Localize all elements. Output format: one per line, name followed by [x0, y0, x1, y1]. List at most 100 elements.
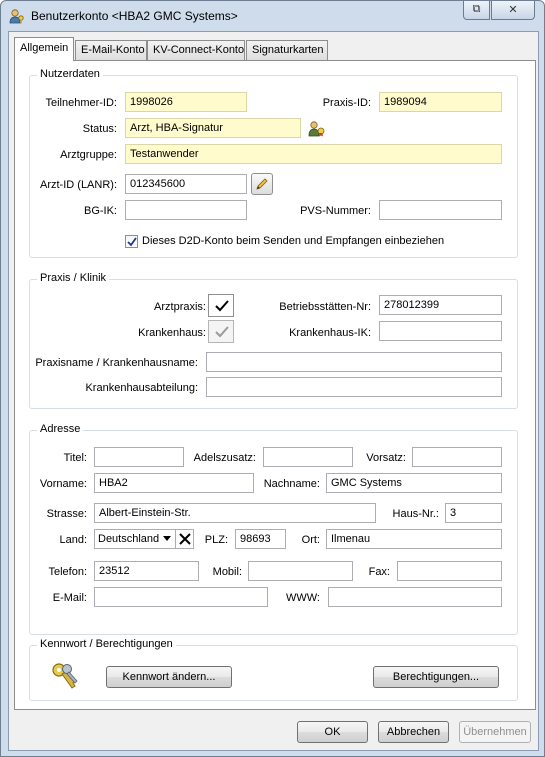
group-kennwort-berechtigungen: Kennwort / Berechtigungen Kennwort änder…	[29, 638, 518, 701]
tab-kv-connect-konto[interactable]: KV-Connect-Konto	[147, 40, 245, 60]
praxisname-label: Praxisname / Krankenhausname:	[35, 357, 198, 369]
d2d-checkbox[interactable]	[125, 235, 138, 248]
edit-arzt-id-button[interactable]	[251, 173, 273, 195]
window-title: Benutzerkonto <HBA2 GMC Systems>	[31, 9, 238, 23]
uebernehmen-button[interactable]: Übernehmen	[459, 721, 531, 743]
vorname-label: Vorname:	[39, 478, 87, 490]
fax-label: Fax:	[368, 566, 390, 578]
dialog-client: Allgemein E-Mail-Konto KV-Connect-Konto …	[8, 31, 539, 751]
email-field[interactable]	[94, 587, 268, 607]
www-label: WWW:	[285, 592, 320, 604]
dialog-window: Benutzerkonto <HBA2 GMC Systems> ⧉ ✕ All…	[0, 0, 545, 757]
fax-field[interactable]	[397, 561, 502, 581]
tab-signaturkarten[interactable]: Signaturkarten	[246, 40, 328, 60]
adelszusatz-field[interactable]	[263, 447, 353, 467]
user-key-icon	[9, 9, 24, 24]
land-select[interactable]: Deutschland	[94, 529, 194, 549]
arzt-id-label: Arzt-ID (LANR):	[40, 179, 117, 191]
ok-button[interactable]: OK	[297, 721, 368, 743]
haus-nr-label: Haus-Nr.:	[392, 508, 439, 520]
titel-field[interactable]	[94, 447, 184, 467]
telefon-label: Telefon:	[48, 566, 87, 578]
berechtigungen-button[interactable]: Berechtigungen...	[373, 666, 499, 688]
praxis-id-field[interactable]	[379, 92, 502, 112]
mobil-field[interactable]	[248, 561, 353, 581]
krankenhausabteilung-field[interactable]	[206, 377, 502, 397]
plz-field[interactable]	[235, 529, 286, 549]
telefon-field[interactable]	[94, 561, 199, 581]
group-adresse: Adresse Titel: Adelszusatz: Vorsatz: Vor…	[29, 423, 518, 635]
group-title: Adresse	[37, 423, 84, 435]
krankenhaus-ik-field[interactable]	[379, 321, 502, 341]
nachname-label: Nachname:	[263, 478, 320, 490]
arztpraxis-label: Arztpraxis:	[154, 301, 206, 313]
tab-panel-allgemein: Nutzerdaten Teilnehmer-ID: Praxis-ID: St…	[14, 60, 536, 710]
checkmark-icon	[215, 326, 229, 338]
praxisname-field[interactable]	[206, 352, 502, 372]
www-field[interactable]	[328, 587, 502, 607]
krankenhaus-checkbox[interactable]	[208, 320, 234, 343]
arztgruppe-label: Arztgruppe:	[60, 149, 117, 161]
vorsatz-field[interactable]	[412, 447, 502, 467]
group-praxis-klinik: Praxis / Klinik Arztpraxis: Krankenhaus:…	[29, 272, 518, 409]
clear-icon[interactable]	[179, 533, 191, 545]
abbrechen-button[interactable]: Abbrechen	[378, 721, 449, 743]
bg-ik-label: BG-IK:	[83, 205, 117, 217]
betriebsstaetten-nr-field[interactable]	[379, 295, 502, 315]
tab-email-konto[interactable]: E-Mail-Konto	[75, 40, 147, 60]
checkmark-icon	[215, 300, 229, 312]
titel-label: Titel:	[63, 452, 87, 464]
pvs-nummer-label: PVS-Nummer:	[300, 205, 371, 217]
combo-divider	[175, 530, 176, 548]
adelszusatz-label: Adelszusatz:	[193, 452, 256, 464]
land-value: Deutschland	[98, 533, 160, 545]
close-button[interactable]: ✕	[491, 1, 535, 20]
bg-ik-field[interactable]	[125, 200, 247, 220]
email-label: E-Mail:	[52, 592, 87, 604]
group-title: Nutzerdaten	[37, 68, 103, 80]
teilnehmer-id-field[interactable]	[125, 92, 247, 112]
restore-button[interactable]: ⧉	[463, 1, 490, 20]
teilnehmer-id-label: Teilnehmer-ID:	[45, 97, 117, 109]
strasse-label: Strasse:	[46, 508, 87, 520]
group-title: Kennwort / Berechtigungen	[37, 638, 176, 650]
tab-label: KV-Connect-Konto	[153, 44, 245, 56]
keys-icon	[52, 663, 78, 689]
pencil-icon	[256, 178, 268, 190]
haus-nr-field[interactable]	[445, 503, 502, 523]
krankenhaus-ik-label: Krankenhaus-IK:	[289, 327, 371, 339]
tab-allgemein[interactable]: Allgemein	[14, 37, 74, 61]
tab-label: Signaturkarten	[252, 44, 324, 56]
group-title: Praxis / Klinik	[37, 272, 110, 284]
tab-label: E-Mail-Konto	[81, 44, 145, 56]
kennwort-aendern-button[interactable]: Kennwort ändern...	[106, 666, 232, 688]
plz-label: PLZ:	[204, 534, 228, 546]
arztgruppe-field[interactable]	[125, 144, 502, 164]
d2d-checkbox-label[interactable]: Dieses D2D-Konto beim Senden und Empfang…	[142, 235, 444, 247]
land-label: Land:	[59, 534, 87, 546]
vorname-field[interactable]	[94, 473, 254, 493]
arzt-id-field[interactable]	[125, 174, 247, 194]
krankenhaus-label: Krankenhaus:	[138, 327, 206, 339]
praxis-id-label: Praxis-ID:	[322, 97, 371, 109]
tab-label: Allgemein	[20, 42, 69, 54]
user-certificate-icon[interactable]	[308, 120, 325, 137]
status-label: Status:	[82, 123, 117, 135]
status-field[interactable]	[125, 118, 301, 138]
ort-field[interactable]	[326, 529, 502, 549]
krankenhausabteilung-label: Krankenhausabteilung:	[85, 382, 198, 394]
nachname-field[interactable]	[326, 473, 502, 493]
betriebsstaetten-nr-label: Betriebsstätten-Nr:	[279, 301, 371, 313]
chevron-down-icon[interactable]	[163, 536, 171, 542]
checkmark-icon	[127, 237, 137, 247]
arztpraxis-checkbox[interactable]	[208, 294, 234, 317]
group-nutzerdaten: Nutzerdaten Teilnehmer-ID: Praxis-ID: St…	[29, 68, 518, 258]
mobil-label: Mobil:	[212, 566, 242, 578]
pvs-nummer-field[interactable]	[379, 200, 502, 220]
vorsatz-label: Vorsatz:	[366, 452, 406, 464]
restore-icon: ⧉	[472, 3, 481, 15]
strasse-field[interactable]	[94, 503, 376, 523]
title-bar[interactable]: Benutzerkonto <HBA2 GMC Systems> ⧉ ✕	[1, 1, 544, 31]
close-icon: ✕	[508, 4, 518, 16]
ort-label: Ort:	[301, 534, 320, 546]
